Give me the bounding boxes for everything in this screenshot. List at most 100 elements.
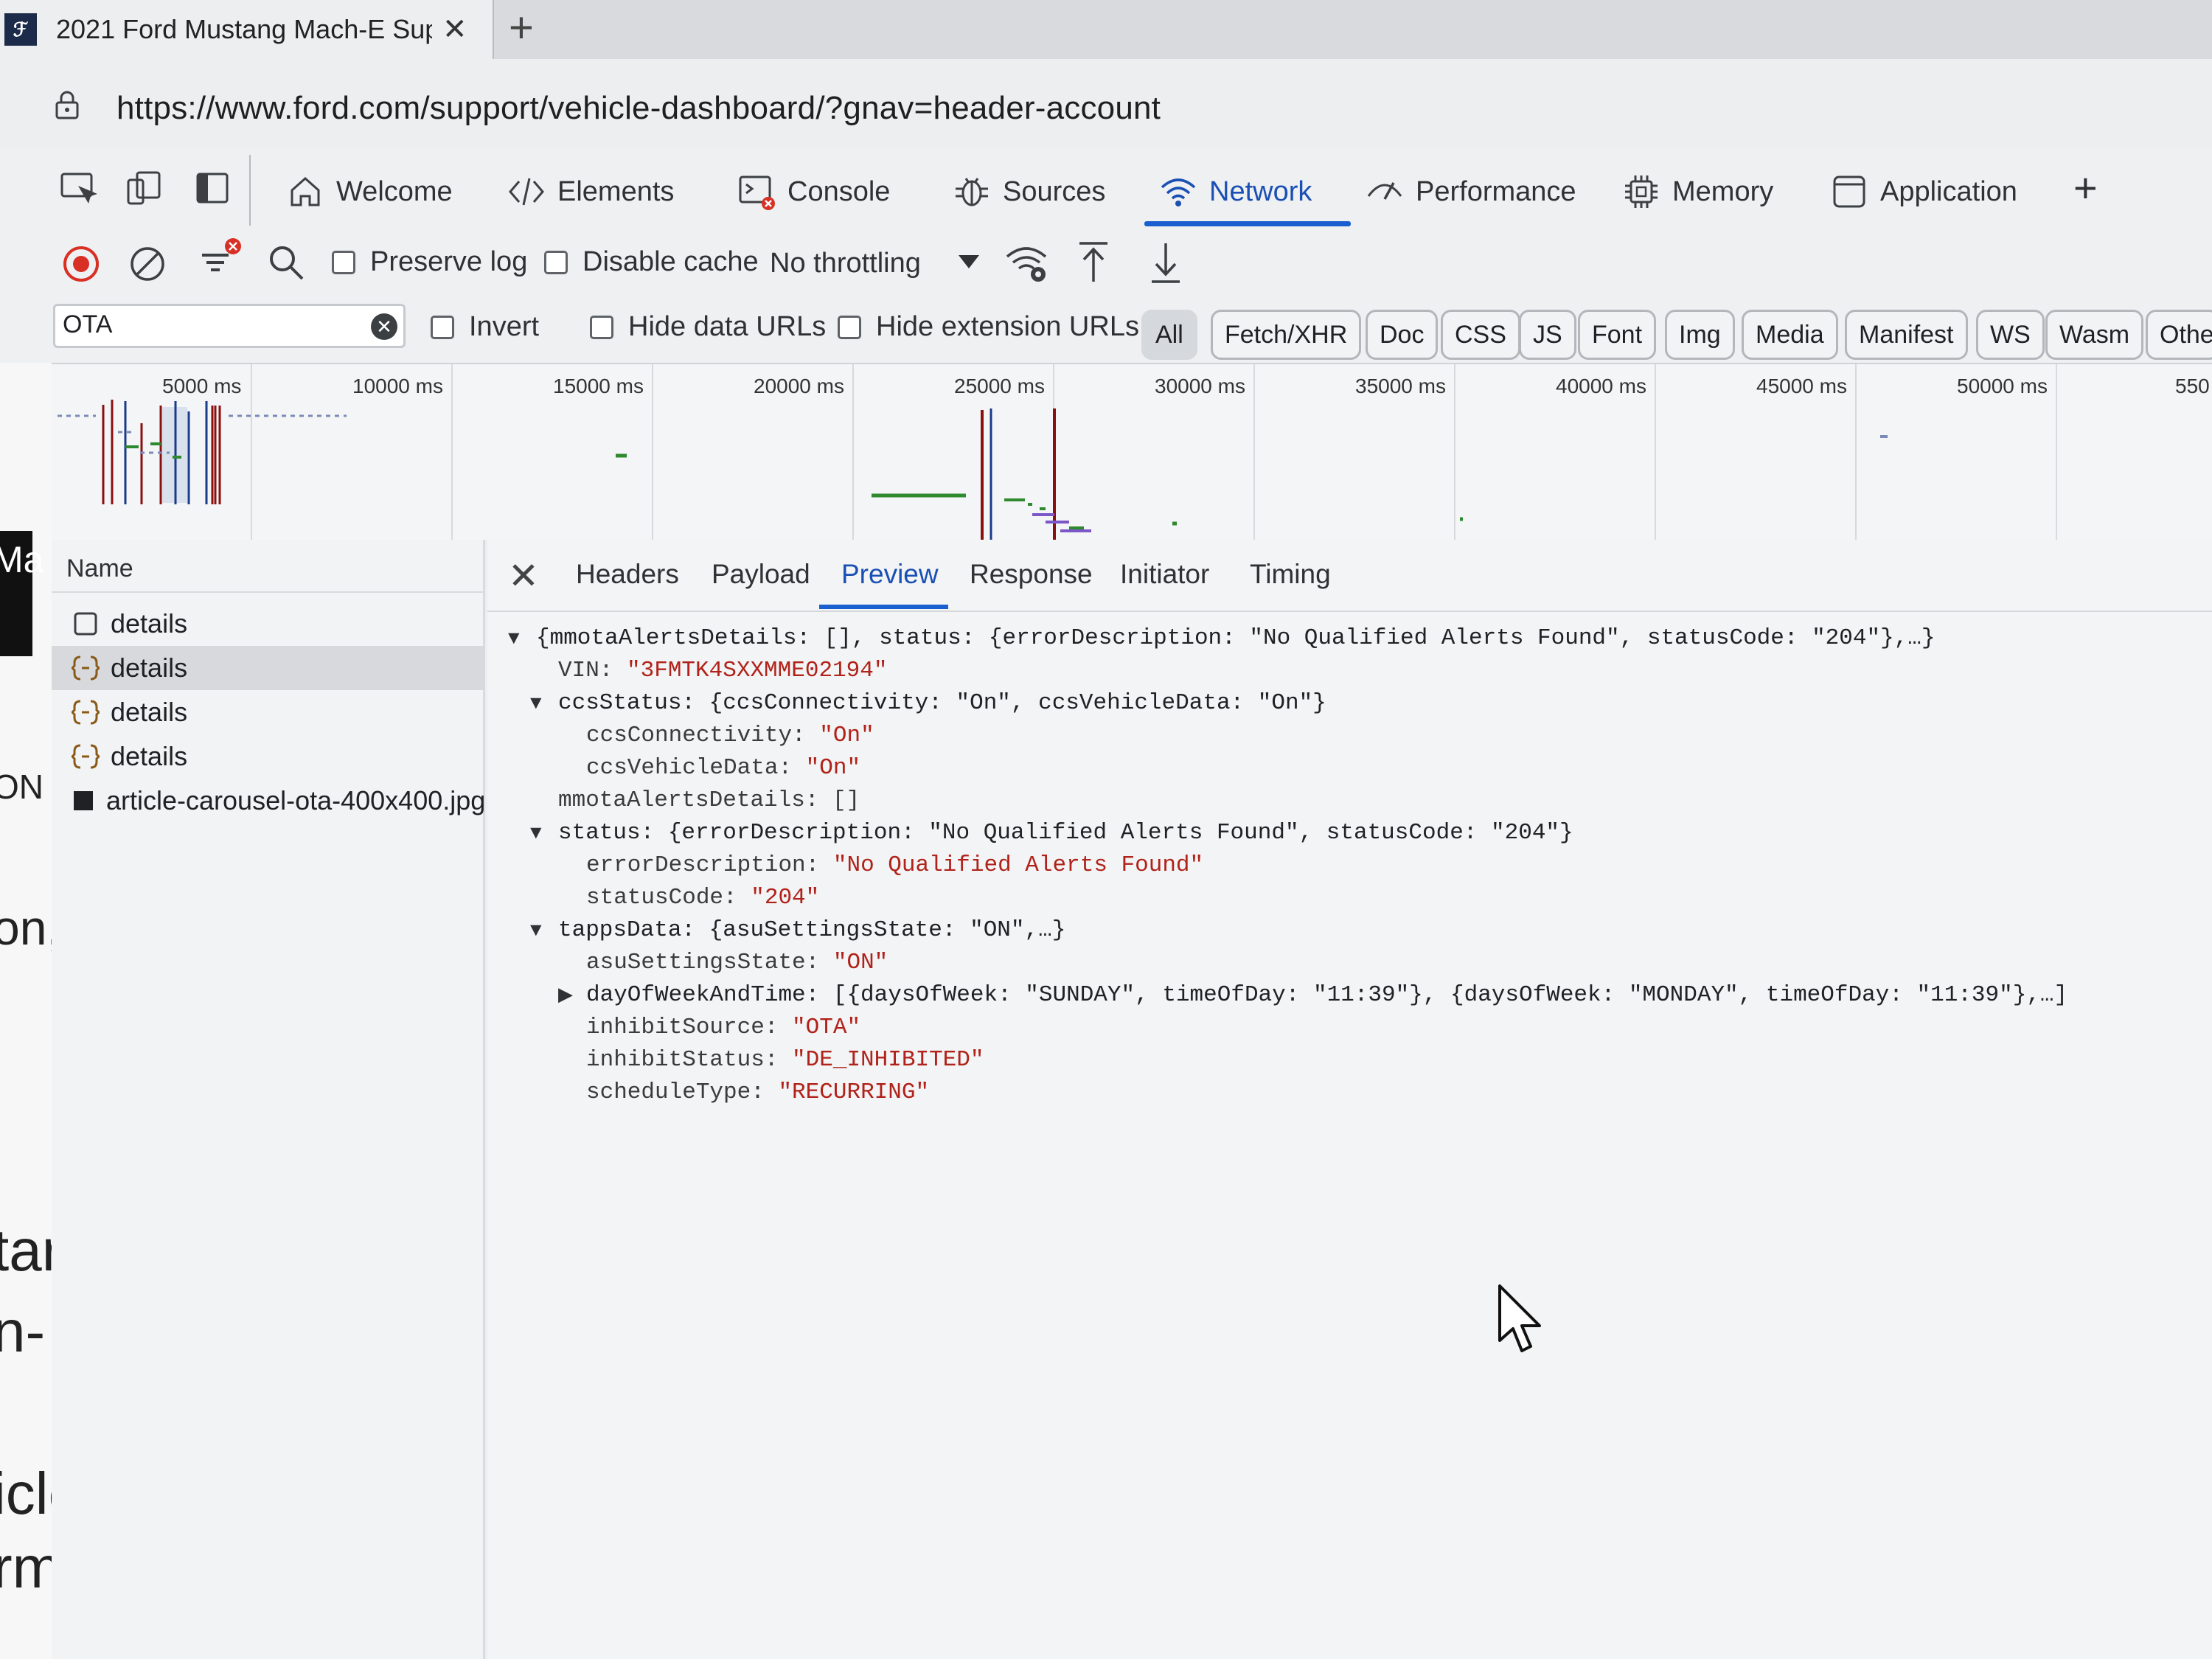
- tab-payload[interactable]: Payload: [712, 559, 810, 590]
- device-toolbar-icon[interactable]: [124, 170, 164, 206]
- fetch-icon: [71, 698, 100, 727]
- expanded-triangle-icon[interactable]: ▼: [508, 622, 536, 655]
- record-icon[interactable]: [62, 245, 100, 283]
- collapsed-triangle-icon[interactable]: ▶: [558, 979, 586, 1012]
- json-line[interactable]: ▼ ccsStatus: {ccsConnectivity: "On", ccsV…: [508, 687, 2067, 720]
- expanded-triangle-icon[interactable]: ▼: [530, 914, 558, 947]
- tab-initiator[interactable]: Initiator: [1120, 559, 1209, 590]
- request-row[interactable]: details: [52, 602, 483, 646]
- page-fragment: ON: [0, 768, 44, 806]
- filter-field[interactable]: ✕: [53, 304, 406, 348]
- bug-icon: [953, 173, 991, 211]
- clear-filter-icon[interactable]: ✕: [371, 313, 397, 340]
- json-line[interactable]: ▶ dayOfWeekAndTime: [{daysOfWeek: "SUNDAY…: [508, 979, 2067, 1012]
- tab-network[interactable]: Network: [1159, 173, 1312, 211]
- checkbox[interactable]: [838, 315, 861, 339]
- network-toolbar: Preserve log Disable cache No throttling: [0, 229, 2212, 299]
- json-summary: tappsData: {asuSettingsState: "ON",…}: [558, 917, 1066, 943]
- json-key: scheduleType:: [586, 1079, 779, 1105]
- tab-label: Application: [1880, 175, 2017, 207]
- search-icon[interactable]: [267, 243, 305, 282]
- json-root-line[interactable]: ▼ {mmotaAlertsDetails: [], status: {error…: [508, 622, 2067, 655]
- close-tab-icon[interactable]: ✕: [442, 13, 467, 46]
- export-har-icon[interactable]: [1147, 240, 1184, 285]
- type-filter-other[interactable]: Othe: [2146, 310, 2212, 360]
- tab-sources[interactable]: Sources: [953, 173, 1105, 211]
- active-tab-indicator: [819, 605, 948, 609]
- devtools-tab-bar: Welcome Elements Console Sources Network…: [0, 147, 2212, 229]
- request-row-selected[interactable]: details: [52, 646, 483, 690]
- type-filter-doc[interactable]: Doc: [1366, 310, 1439, 360]
- network-conditions-icon[interactable]: [1004, 240, 1051, 285]
- tab-label: Console: [787, 175, 891, 207]
- filter-icon[interactable]: [196, 236, 243, 283]
- request-row[interactable]: details: [52, 690, 483, 734]
- json-line[interactable]: ▼ tappsData: {asuSettingsState: "ON",…}: [508, 914, 2067, 947]
- inspect-element-icon[interactable]: [59, 170, 99, 206]
- tab-response[interactable]: Response: [970, 559, 1093, 590]
- request-row[interactable]: details: [52, 734, 483, 779]
- filter-input[interactable]: [63, 306, 358, 343]
- hide-extension-urls-checkbox[interactable]: Hide extension URLs: [838, 311, 1139, 343]
- page-fragment: tar: [0, 1217, 52, 1283]
- tab-timing[interactable]: Timing: [1250, 559, 1331, 590]
- more-tools-button[interactable]: +: [2073, 164, 2098, 212]
- type-filter-img[interactable]: Img: [1665, 310, 1735, 360]
- preserve-log-checkbox[interactable]: Preserve log: [332, 246, 527, 278]
- type-filter-ws[interactable]: WS: [1976, 310, 2045, 360]
- url-field[interactable]: https://www.ford.com/support/vehicle-das…: [116, 90, 1161, 127]
- disable-cache-checkbox[interactable]: Disable cache: [544, 246, 759, 278]
- checkbox-label: Hide data URLs: [628, 311, 827, 342]
- json-line: VIN: "3FMTK4SXXMME02194": [508, 655, 2067, 687]
- tab-welcome[interactable]: Welcome: [286, 173, 453, 211]
- checkbox[interactable]: [332, 250, 355, 274]
- type-filter-all[interactable]: All: [1141, 310, 1197, 360]
- new-tab-button[interactable]: +: [509, 3, 534, 52]
- type-filter-fetch[interactable]: Fetch/XHR: [1211, 310, 1362, 360]
- checkbox[interactable]: [431, 315, 454, 339]
- application-icon: [1830, 173, 1868, 211]
- expanded-triangle-icon[interactable]: ▼: [530, 687, 558, 720]
- tab-console[interactable]: Console: [737, 173, 890, 211]
- invert-checkbox[interactable]: Invert: [431, 311, 539, 343]
- checkbox[interactable]: [590, 315, 613, 339]
- json-key: inhibitSource:: [586, 1015, 793, 1040]
- chevron-down-icon[interactable]: [959, 255, 979, 268]
- browser-tab[interactable]: ℱ 2021 Ford Mustang Mach-E Sup ✕: [0, 0, 494, 59]
- type-filter-js[interactable]: JS: [1519, 310, 1576, 360]
- network-overview[interactable]: 5000 ms 10000 ms 15000 ms 20000 ms 25000…: [52, 363, 2212, 541]
- request-row[interactable]: article-carousel-ota-400x400.jpg: [52, 779, 485, 823]
- checkbox[interactable]: [544, 250, 568, 274]
- hide-data-urls-checkbox[interactable]: Hide data URLs: [590, 311, 826, 343]
- toolbar-divider: [249, 155, 251, 226]
- type-filter-css[interactable]: CSS: [1441, 310, 1520, 360]
- tab-headers[interactable]: Headers: [576, 559, 679, 590]
- json-string: "On": [805, 755, 861, 781]
- json-preview: ▼ {mmotaAlertsDetails: [], status: {error…: [508, 622, 2067, 1109]
- json-line: scheduleType: "RECURRING": [508, 1077, 2067, 1109]
- throttling-select[interactable]: No throttling: [770, 248, 921, 279]
- close-icon[interactable]: ✕: [508, 554, 539, 597]
- type-filter-wasm[interactable]: Wasm: [2045, 310, 2144, 360]
- tab-elements[interactable]: Elements: [507, 173, 674, 211]
- tab-preview[interactable]: Preview: [841, 559, 939, 590]
- clear-icon[interactable]: [128, 245, 167, 283]
- name-column-header[interactable]: Name: [52, 540, 483, 593]
- tab-application[interactable]: Application: [1830, 173, 2017, 211]
- tab-title: 2021 Ford Mustang Mach-E Sup: [56, 14, 432, 44]
- fetch-icon: [71, 653, 100, 683]
- tab-performance[interactable]: Performance: [1366, 173, 1576, 211]
- expanded-triangle-icon[interactable]: ▼: [530, 817, 558, 849]
- page-fragment: n-: [0, 1298, 46, 1364]
- request-name: details: [111, 653, 188, 683]
- tab-memory[interactable]: Memory: [1622, 173, 1773, 211]
- type-filter-manifest[interactable]: Manifest: [1845, 310, 1968, 360]
- json-line[interactable]: ▼ status: {errorDescription: "No Qualifie…: [508, 817, 2067, 849]
- page-fragment: rm.: [0, 1534, 52, 1600]
- json-line: asuSettingsState: "ON": [508, 947, 2067, 979]
- type-filter-media[interactable]: Media: [1742, 310, 1838, 360]
- type-filter-font[interactable]: Font: [1578, 310, 1657, 360]
- request-list: Name details details details details art…: [52, 540, 485, 1659]
- import-har-icon[interactable]: [1075, 240, 1112, 285]
- dock-side-icon[interactable]: [193, 170, 233, 206]
